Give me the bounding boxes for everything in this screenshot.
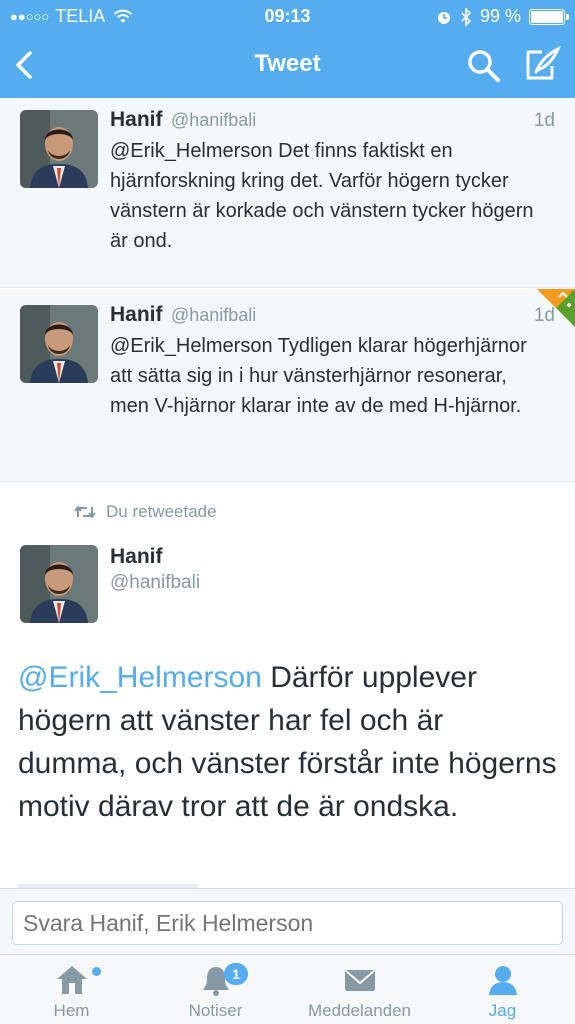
main-tweet-text: @Erik_Helmerson Därför upplever högern a… <box>18 656 558 828</box>
nav-bar: Tweet <box>0 32 575 98</box>
reply-bar <box>0 888 575 954</box>
status-bar: ●●○○○ TELIA 09:13 99 % <box>0 0 575 32</box>
retweet-context: Du retweetade <box>74 502 217 522</box>
tweet-age: 1d <box>533 110 555 131</box>
alarm-icon <box>437 11 450 24</box>
tab-bar: Hem 1 Notiser Meddelanden Jag <box>0 954 575 1024</box>
battery-fill <box>531 10 563 23</box>
avatar[interactable] <box>20 305 98 383</box>
notification-badge: 1 <box>224 963 248 985</box>
tab-me[interactable]: Jag <box>431 955 574 1024</box>
author-name[interactable]: Hanif <box>110 303 163 326</box>
tab-label: Meddelanden <box>307 1001 412 1020</box>
tweet-text: @Erik_Helmerson Det finns faktiskt en hj… <box>110 140 534 252</box>
tweet-age: 1d <box>533 305 555 326</box>
search-icon[interactable] <box>466 48 502 84</box>
avatar[interactable] <box>20 110 98 188</box>
author-handle[interactable]: @hanifbali <box>110 572 200 594</box>
top-bar: ●●○○○ TELIA 09:13 99 % Tweet <box>0 0 575 98</box>
status-right: 99 % <box>436 6 569 27</box>
mention-link[interactable]: @Erik_Helmerson <box>18 661 262 694</box>
home-icon <box>56 966 87 994</box>
author-name[interactable]: Hanif <box>110 545 163 569</box>
unread-dot <box>92 967 101 976</box>
reply-input[interactable] <box>12 901 563 945</box>
battery-percent: 99 % <box>479 6 521 26</box>
tweet-header: Hanif @hanifbali 1d <box>110 108 555 134</box>
battery-icon <box>529 8 569 25</box>
author-handle[interactable]: @hanifbali <box>171 110 256 130</box>
tweet-card[interactable]: Hanif @hanifbali 1d @Erik_Helmerson Tydl… <box>0 289 575 482</box>
retweet-icon <box>74 506 96 518</box>
envelope-icon <box>344 970 375 991</box>
author-handle[interactable]: @hanifbali <box>171 305 256 325</box>
avatar[interactable] <box>20 545 98 623</box>
bluetooth-icon <box>461 7 472 26</box>
tab-notifications[interactable]: 1 Notiser <box>144 955 287 1024</box>
tweet-card[interactable]: Hanif @hanifbali 1d @Erik_Helmerson Det … <box>0 98 575 288</box>
author-name[interactable]: Hanif <box>110 108 163 131</box>
tab-messages[interactable]: Meddelanden <box>288 955 431 1024</box>
retweet-label: Du retweetade <box>106 502 217 521</box>
tab-home[interactable]: Hem <box>0 955 143 1024</box>
tweet-header: Hanif @hanifbali 1d <box>110 303 555 329</box>
tweet-text: @Erik_Helmerson Tydligen klarar högerhjä… <box>110 335 527 417</box>
tab-label: Hem <box>53 1001 90 1020</box>
compose-icon[interactable] <box>522 46 562 84</box>
tab-label: Notiser <box>188 1001 243 1020</box>
person-icon <box>488 966 517 995</box>
tab-label: Jag <box>488 1001 517 1020</box>
